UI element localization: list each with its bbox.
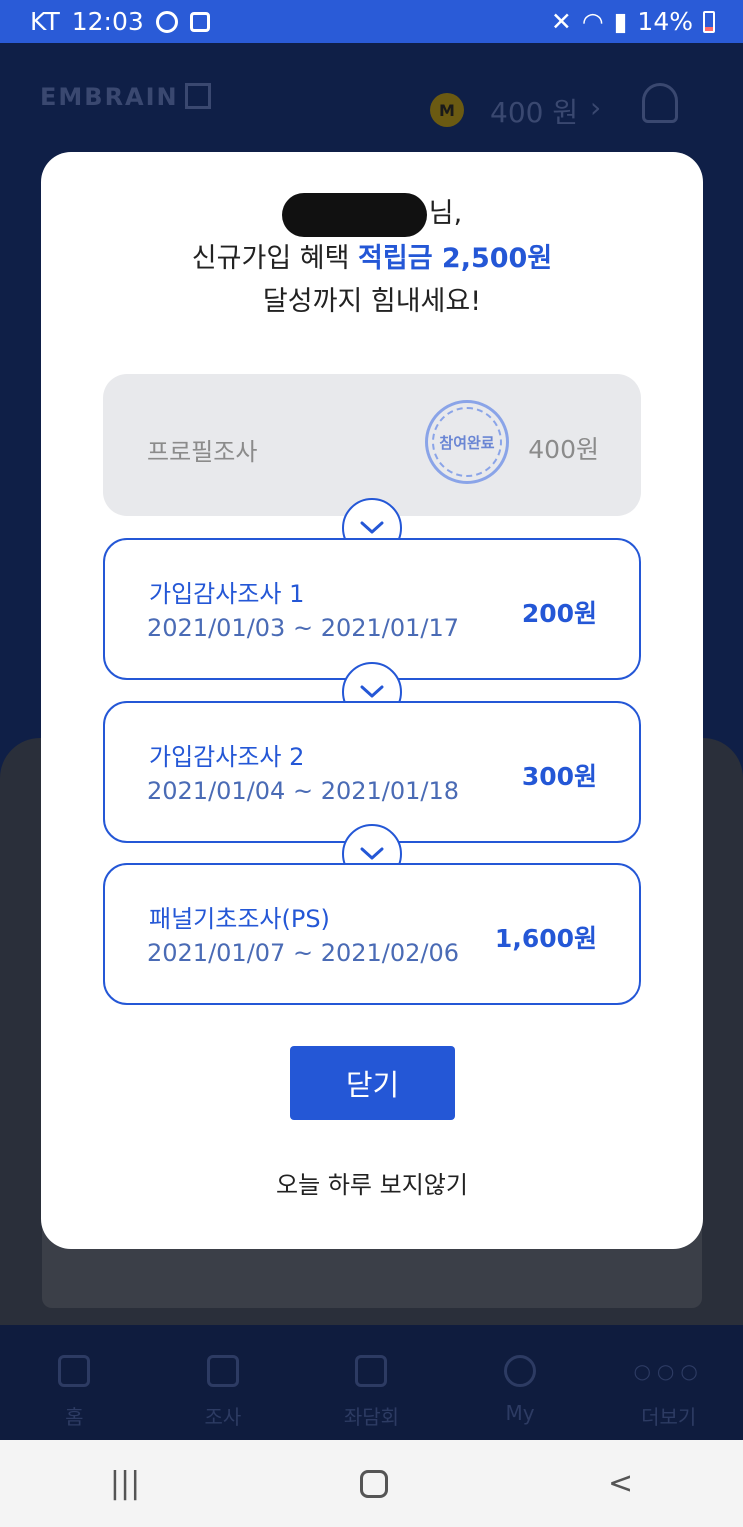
step-reward: 300원 — [521, 762, 597, 791]
embrain-logo: EMBRAIN — [40, 83, 211, 111]
nav-more-label: 더보기 — [641, 1405, 697, 1429]
user-icon — [504, 1355, 537, 1387]
sync-icon — [155, 10, 178, 33]
bonus-amount: 적립금 2,500원 — [358, 242, 553, 274]
points-balance[interactable]: 400 원 — [490, 91, 578, 131]
completed-stamp-icon: 참여완료 — [425, 400, 509, 484]
modal-greeting: 님, 신규가입 혜택 적립금 2,500원 달성까지 힘내세요! — [41, 192, 703, 323]
step-dates: 2021/01/03 ~ 2021/01/17 — [147, 614, 460, 642]
step-dates: 2021/01/04 ~ 2021/01/18 — [147, 777, 460, 805]
nav-my-label: My — [505, 1401, 535, 1425]
signal-icon: ▮ — [613, 7, 628, 36]
battery-percent: 14% — [637, 7, 693, 36]
chevron-right-icon: › — [590, 91, 602, 124]
mute-icon: ✕ — [550, 7, 572, 36]
bottom-nav: 홈 조사 좌담회 My ○○○ 더보기 — [0, 1325, 743, 1440]
recents-button[interactable]: ||| — [110, 1466, 140, 1501]
greeting-encourage: 달성까지 힘내세요! — [262, 285, 482, 317]
greeting-suffix: 님, — [428, 198, 463, 229]
step-signup-thanks-2[interactable]: 가입감사조사 2 2021/01/04 ~ 2021/01/18 300원 — [103, 701, 641, 843]
nav-home[interactable]: 홈 — [0, 1325, 149, 1440]
notification-icon — [189, 11, 210, 32]
signup-bonus-modal: 님, 신규가입 혜택 적립금 2,500원 달성까지 힘내세요! 프로필조사 참… — [41, 152, 703, 1249]
bell-icon[interactable] — [642, 83, 678, 123]
system-nav-bar: ||| < — [0, 1440, 743, 1527]
step-title: 가입감사조사 2 — [149, 743, 305, 771]
redacted-username — [281, 192, 427, 237]
step-title: 가입감사조사 1 — [149, 580, 305, 608]
step-title: 프로필조사 — [147, 438, 258, 466]
bonus-prefix: 신규가입 혜택 — [191, 242, 359, 274]
survey-icon — [206, 1355, 239, 1387]
battery-icon — [703, 10, 715, 33]
wifi-icon: ◠ — [581, 7, 604, 36]
step-title: 패널기초조사(PS) — [149, 905, 330, 933]
stamp-label: 참여완료 — [439, 433, 495, 452]
step-dates: 2021/01/07 ~ 2021/02/06 — [147, 939, 460, 967]
nav-survey-label: 조사 — [204, 1405, 242, 1429]
step-signup-thanks-1[interactable]: 가입감사조사 1 2021/01/03 ~ 2021/01/17 200원 — [103, 538, 641, 680]
more-icon: ○○○ — [633, 1359, 704, 1383]
nav-survey[interactable]: 조사 — [149, 1325, 298, 1440]
nav-more[interactable]: ○○○ 더보기 — [594, 1325, 743, 1440]
clock: 12:03 — [71, 7, 144, 36]
app-header: EMBRAIN M 400 원 › — [0, 43, 743, 153]
home-button[interactable] — [360, 1469, 389, 1498]
back-button[interactable]: < — [608, 1466, 633, 1501]
step-reward: 400원 — [528, 435, 599, 464]
close-button[interactable]: 닫기 — [290, 1046, 455, 1120]
nav-home-label: 홈 — [65, 1405, 84, 1429]
nav-my[interactable]: My — [446, 1325, 595, 1440]
cup-icon — [355, 1355, 388, 1387]
logo-mark-icon — [184, 83, 211, 109]
nav-discussion-label: 좌담회 — [343, 1405, 400, 1429]
step-reward: 1,600원 — [494, 924, 597, 953]
nav-discussion[interactable]: 좌담회 — [297, 1325, 446, 1440]
coin-icon: M — [430, 93, 464, 127]
status-bar: KT 12:03 ✕ ◠ ▮ 14% — [0, 0, 743, 43]
home-icon — [58, 1355, 91, 1387]
step-reward: 200원 — [521, 599, 597, 628]
step-panel-basic-survey[interactable]: 패널기초조사(PS) 2021/01/07 ~ 2021/02/06 1,600… — [103, 863, 641, 1005]
step-profile-survey: 프로필조사 참여완료 400원 — [103, 374, 641, 516]
hide-today-link[interactable]: 오늘 하루 보지않기 — [41, 1165, 703, 1200]
carrier-label: KT — [30, 7, 60, 36]
